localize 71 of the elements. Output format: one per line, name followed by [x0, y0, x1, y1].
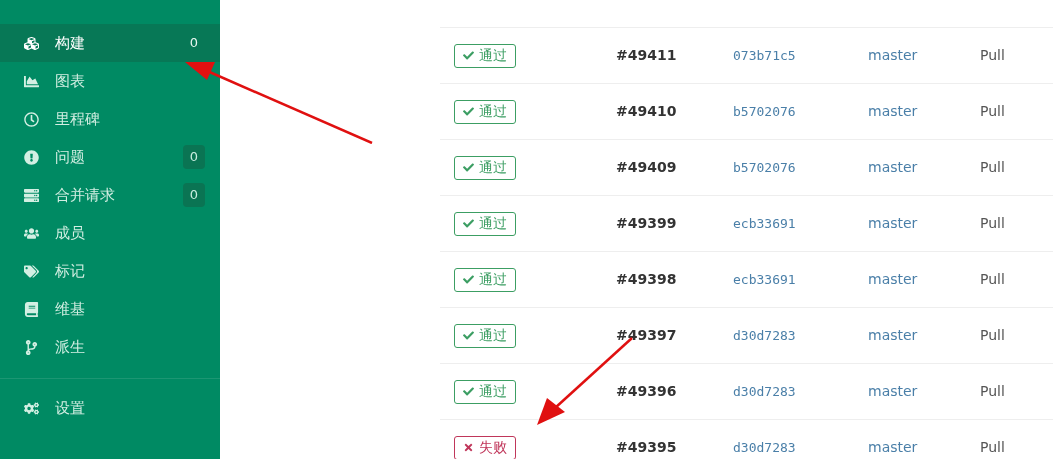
branch-link[interactable]: master [868, 269, 980, 290]
branch-link[interactable]: master [868, 213, 980, 234]
commit-link[interactable]: d30d7283 [733, 325, 868, 346]
sidebar-item[interactable]: 标记 [0, 252, 220, 290]
check-icon [463, 386, 474, 397]
commit-link[interactable]: ecb33691 [733, 269, 868, 290]
build-number: #49409 [616, 158, 678, 177]
count-badge: 0 [182, 145, 205, 169]
sidebar-item[interactable]: 维基 [0, 290, 220, 328]
check-icon [463, 274, 474, 285]
clock-icon [24, 111, 39, 127]
table-cell-text: Pull [980, 158, 1005, 177]
sidebar-item[interactable]: 派生 [0, 328, 220, 366]
build-number: #49399 [616, 214, 678, 233]
status-badge: 通过 [454, 99, 516, 124]
users-icon [24, 225, 39, 241]
status-badge: 通过 [454, 211, 516, 236]
count-badge: 0 [182, 183, 205, 207]
branch-link[interactable]: master [868, 325, 980, 346]
check-icon [463, 162, 474, 173]
server-icon [24, 187, 39, 203]
status-badge: 通过 [454, 43, 516, 68]
build-number: #49398 [616, 270, 678, 289]
branch-link[interactable]: master [868, 381, 980, 402]
status-badge: 通过 [454, 267, 516, 292]
commit-link[interactable]: d30d7283 [733, 437, 868, 458]
table-cell-text: Pull [980, 46, 1005, 65]
book-icon [24, 301, 39, 317]
cross-icon [463, 442, 474, 453]
build-number: #49395 [616, 438, 678, 457]
table-cell-text: Pull [980, 214, 1005, 233]
status-badge: 通过 [454, 155, 516, 180]
table-cell-text: Pull [980, 438, 1005, 457]
table-cell-text: Pull [980, 270, 1005, 289]
cubes-icon [24, 35, 39, 51]
commit-link[interactable]: ecb33691 [733, 213, 868, 234]
check-icon [463, 106, 474, 117]
branch-link[interactable]: master [868, 437, 980, 458]
sidebar-item[interactable]: 成员 [0, 214, 220, 252]
sidebar-item[interactable]: 问题 0 [0, 138, 220, 176]
commit-link[interactable]: 073b71c5 [733, 45, 868, 66]
sidebar-item[interactable]: 设置 [0, 389, 220, 427]
commit-link[interactable]: b5702076 [733, 157, 868, 178]
area-chart-icon [24, 73, 39, 89]
sidebar-item[interactable]: 构建 0 [0, 24, 220, 62]
branch-link[interactable]: master [868, 45, 980, 66]
table-cell-text: Pull [980, 102, 1005, 121]
check-icon [463, 218, 474, 229]
check-icon [463, 50, 474, 61]
fork-icon [24, 339, 39, 355]
gears-icon [24, 400, 39, 416]
branch-link[interactable]: master [868, 157, 980, 178]
sidebar-item[interactable]: 图表 [0, 62, 220, 100]
table-cell-text: Pull [980, 382, 1005, 401]
check-icon [463, 330, 474, 341]
branch-link[interactable]: master [868, 101, 980, 122]
count-label: 0 [188, 34, 199, 53]
tags-icon [24, 263, 39, 279]
build-number: #49410 [616, 102, 678, 121]
build-number: #49396 [616, 382, 678, 401]
exclamation-icon [24, 149, 39, 165]
status-badge: 失败 [454, 435, 516, 459]
status-badge: 通过 [454, 379, 516, 404]
table-cell-text: Pull [980, 326, 1005, 345]
build-number: #49397 [616, 326, 678, 345]
commit-link[interactable]: d30d7283 [733, 381, 868, 402]
sidebar-item[interactable]: 里程碑 [0, 100, 220, 138]
commit-link[interactable]: b5702076 [733, 101, 868, 122]
build-number: #49411 [616, 46, 678, 65]
sidebar-item[interactable]: 合并请求 0 [0, 176, 220, 214]
status-badge: 通过 [454, 323, 516, 348]
